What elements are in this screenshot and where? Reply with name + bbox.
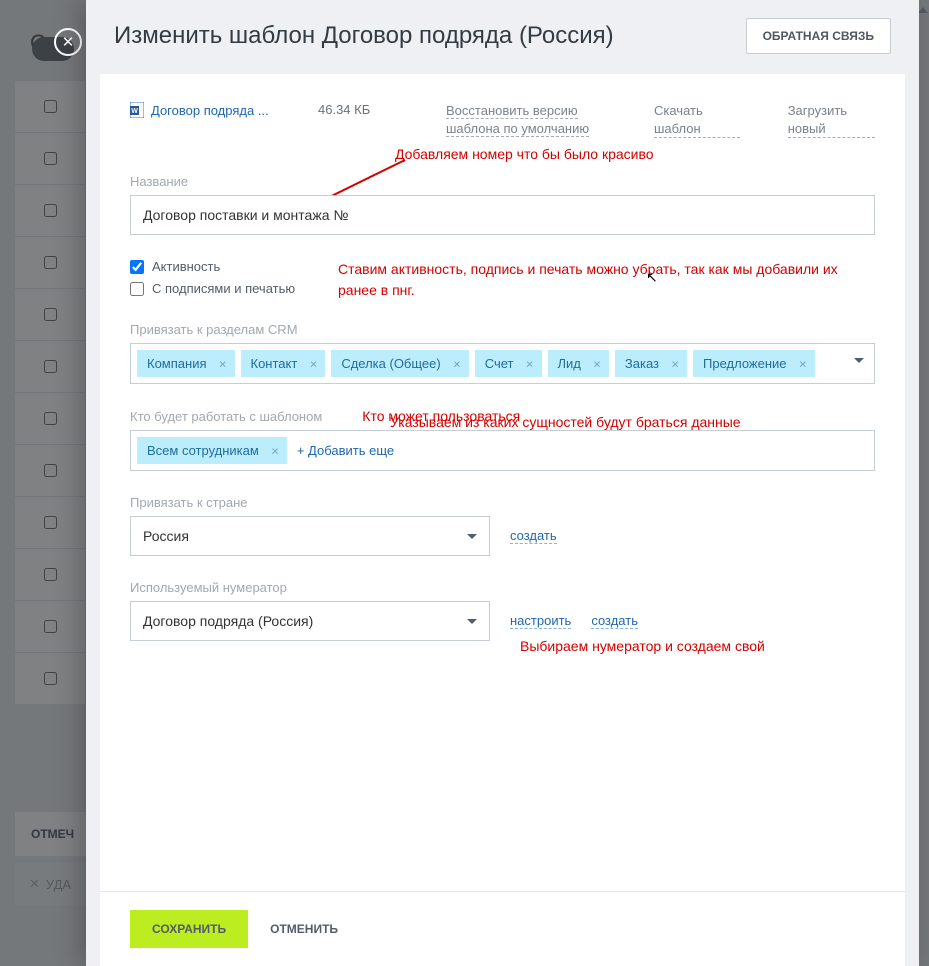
feedback-button[interactable]: ОБРАТНАЯ СВЯЗЬ bbox=[746, 18, 891, 54]
slide-panel: Изменить шаблон Договор подряда (Россия)… bbox=[86, 0, 919, 966]
numerator-label: Используемый нумератор bbox=[130, 580, 875, 595]
crm-tag[interactable]: Компания × bbox=[137, 350, 235, 377]
crm-tag[interactable]: Лид × bbox=[548, 350, 609, 377]
template-file-link[interactable]: W Договор подряда ... bbox=[130, 102, 290, 118]
remove-tag-icon[interactable]: × bbox=[671, 356, 679, 371]
annotation-text: Добавляем номер что бы было красиво bbox=[395, 146, 654, 162]
user-tag[interactable]: Всем сотрудникам × bbox=[137, 437, 287, 464]
cancel-button[interactable]: ОТМЕНИТЬ bbox=[270, 922, 338, 936]
word-doc-icon: W bbox=[130, 102, 144, 118]
panel-header: Изменить шаблон Договор подряда (Россия)… bbox=[86, 0, 919, 74]
crm-tag[interactable]: Заказ × bbox=[615, 350, 687, 377]
chevron-down-icon bbox=[467, 619, 477, 624]
remove-tag-icon[interactable]: × bbox=[526, 356, 534, 371]
numerator-group: Используемый нумератор Договор подряда (… bbox=[130, 580, 875, 641]
country-select-value: Россия bbox=[143, 528, 189, 544]
chevron-down-icon bbox=[467, 534, 477, 539]
country-group: Привязать к стране Россия создать bbox=[130, 495, 875, 556]
crm-tag-label: Компания bbox=[147, 356, 207, 371]
remove-tag-icon[interactable]: × bbox=[219, 356, 227, 371]
name-label: Название bbox=[130, 174, 875, 189]
crm-tag-label: Заказ bbox=[625, 356, 659, 371]
crm-tag-label: Сделка (Общее) bbox=[341, 356, 440, 371]
checkbox-group: Активность С подписями и печатью bbox=[130, 259, 310, 296]
signature-checkbox-label: С подписями и печатью bbox=[152, 281, 295, 296]
user-tag-label: Всем сотрудникам bbox=[147, 443, 259, 458]
annotation-text: Ставим активность, подпись и печать можн… bbox=[338, 259, 875, 301]
name-group: Название bbox=[130, 174, 875, 235]
crm-tag[interactable]: Контакт × bbox=[241, 350, 326, 377]
numerator-select-value: Договор подряда (Россия) bbox=[143, 613, 313, 629]
restore-default-link[interactable]: Восстановить версию шаблона по умолчанию bbox=[446, 103, 589, 137]
remove-tag-icon[interactable]: × bbox=[593, 356, 601, 371]
annotation-text: Кто может пользоваться bbox=[362, 408, 520, 424]
crm-tag-label: Контакт bbox=[251, 356, 298, 371]
download-template-link[interactable]: Скачать шаблон bbox=[654, 102, 740, 138]
crm-tag-label: Лид bbox=[558, 356, 581, 371]
country-label: Привязать к стране bbox=[130, 495, 875, 510]
numerator-configure-link[interactable]: настроить bbox=[510, 613, 571, 629]
crm-tag[interactable]: Предложение × bbox=[693, 350, 815, 377]
chevron-down-icon[interactable] bbox=[854, 358, 864, 363]
crm-tag-label: Предложение bbox=[703, 356, 787, 371]
signature-checkbox-row[interactable]: С подписями и печатью bbox=[130, 281, 310, 296]
close-icon: ✕ bbox=[62, 33, 75, 51]
country-select[interactable]: Россия bbox=[130, 516, 490, 556]
save-button[interactable]: СОХРАНИТЬ bbox=[130, 910, 248, 948]
crm-tags-input[interactable]: Компания×Контакт×Сделка (Общее)×Счет×Лид… bbox=[130, 343, 875, 384]
panel-footer: СОХРАНИТЬ ОТМЕНИТЬ bbox=[100, 891, 905, 966]
remove-tag-icon[interactable]: × bbox=[310, 356, 318, 371]
active-checkbox[interactable] bbox=[130, 260, 144, 274]
crm-tag[interactable]: Сделка (Общее) × bbox=[331, 350, 468, 377]
remove-tag-icon[interactable]: × bbox=[271, 443, 279, 458]
template-name-input[interactable] bbox=[130, 195, 875, 235]
crm-tag-label: Счет bbox=[485, 356, 514, 371]
crm-label: Привязать к разделам CRM bbox=[130, 322, 875, 337]
close-panel-button[interactable]: ✕ bbox=[54, 28, 82, 56]
active-checkbox-row[interactable]: Активность bbox=[130, 259, 310, 274]
file-actions: Восстановить версию шаблона по умолчанию… bbox=[446, 102, 875, 138]
add-more-link[interactable]: + Добавить еще bbox=[293, 437, 398, 464]
svg-text:W: W bbox=[131, 108, 138, 115]
remove-tag-icon[interactable]: × bbox=[799, 356, 807, 371]
users-tags-input[interactable]: Всем сотрудникам × + Добавить еще bbox=[130, 430, 875, 471]
file-info-row: W Договор подряда ... 46.34 КБ Восстанов… bbox=[130, 102, 875, 138]
active-checkbox-label: Активность bbox=[152, 259, 220, 274]
users-group: Кто будет работать с шаблоном Кто может … bbox=[130, 408, 875, 471]
signature-checkbox[interactable] bbox=[130, 282, 144, 296]
crm-tag[interactable]: Счет × bbox=[475, 350, 542, 377]
remove-tag-icon[interactable]: × bbox=[453, 356, 461, 371]
numerator-select[interactable]: Договор подряда (Россия) bbox=[130, 601, 490, 641]
panel-body: W Договор подряда ... 46.34 КБ Восстанов… bbox=[100, 74, 905, 891]
panel-title: Изменить шаблон Договор подряда (Россия) bbox=[114, 22, 614, 50]
crm-group: Привязать к разделам CRM Компания×Контак… bbox=[130, 322, 875, 384]
numerator-create-link[interactable]: создать bbox=[591, 613, 638, 629]
users-label: Кто будет работать с шаблоном bbox=[130, 409, 322, 424]
template-file-size: 46.34 КБ bbox=[318, 102, 418, 117]
template-file-name: Договор подряда ... bbox=[151, 103, 269, 118]
country-create-link[interactable]: создать bbox=[510, 528, 557, 544]
upload-new-link[interactable]: Загрузить новый bbox=[788, 102, 875, 138]
